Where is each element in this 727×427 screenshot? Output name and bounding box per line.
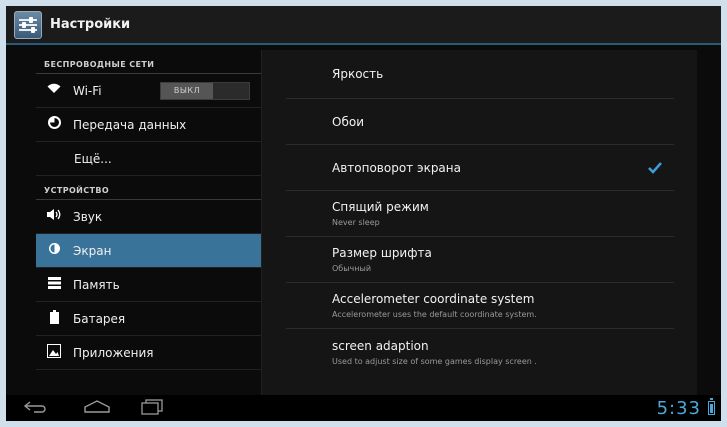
nav-item-storage[interactable]: Память bbox=[36, 268, 262, 302]
checkbox-checked-icon[interactable] bbox=[648, 161, 662, 175]
pref-title: Accelerometer coordinate system bbox=[332, 292, 535, 306]
nav-label: Ещё... bbox=[74, 151, 112, 166]
data-usage-icon bbox=[45, 116, 63, 133]
recent-apps-icon[interactable] bbox=[140, 399, 166, 415]
pref-screen-adaption[interactable]: screen adaption Used to adjust size of s… bbox=[286, 329, 674, 375]
pref-subtitle: Used to adjust size of some games displa… bbox=[332, 356, 537, 366]
nav-label: Экран bbox=[73, 243, 112, 258]
pref-title: Обои bbox=[332, 114, 364, 129]
volume-icon bbox=[45, 208, 63, 225]
nav-label: Приложения bbox=[73, 345, 154, 360]
nav-item-apps[interactable]: Приложения bbox=[36, 336, 262, 370]
apps-icon bbox=[45, 343, 63, 362]
nav-item-data-usage[interactable]: Передача данных bbox=[36, 108, 262, 142]
nav-label: Wi-Fi bbox=[73, 83, 102, 98]
battery-icon bbox=[45, 309, 63, 328]
storage-icon bbox=[45, 276, 63, 293]
display-settings-pane: Яркость Обои Автоповорот экрана Спящий р… bbox=[261, 50, 697, 395]
app-title: Настройки bbox=[50, 17, 131, 32]
pref-title: Спящий режим bbox=[332, 200, 429, 214]
wifi-icon bbox=[45, 83, 63, 98]
system-nav-bar: 5:33 bbox=[6, 395, 721, 421]
pref-brightness[interactable]: Яркость bbox=[286, 50, 674, 99]
nav-item-more[interactable]: Ещё... bbox=[36, 142, 262, 176]
nav-item-sound[interactable]: Звук bbox=[36, 200, 262, 234]
wifi-toggle-label: ВЫКЛ bbox=[161, 82, 213, 99]
pref-title: Яркость bbox=[332, 67, 384, 81]
pref-wallpaper[interactable]: Обои bbox=[286, 99, 674, 145]
nav-item-battery[interactable]: Батарея bbox=[36, 302, 262, 336]
pref-subtitle: Accelerometer uses the default coordinat… bbox=[332, 310, 537, 319]
nav-label: Батарея bbox=[73, 311, 126, 326]
pref-title: screen adaption bbox=[332, 338, 429, 353]
nav-item-wifi[interactable]: Wi-Fi ВЫКЛ bbox=[36, 74, 262, 108]
nav-label: Память bbox=[73, 277, 120, 292]
back-icon[interactable] bbox=[22, 399, 48, 415]
settings-nav: БЕСПРОВОДНЫЕ СЕТИ Wi-Fi ВЫКЛ Передача да… bbox=[36, 50, 262, 395]
action-bar: Настройки bbox=[6, 6, 721, 45]
battery-status-icon bbox=[708, 398, 715, 415]
wifi-toggle[interactable]: ВЫКЛ bbox=[160, 81, 250, 100]
section-header-wireless: БЕСПРОВОДНЫЕ СЕТИ bbox=[36, 50, 262, 74]
pref-auto-rotate[interactable]: Автоповорот экрана bbox=[286, 145, 674, 191]
pref-subtitle: Обычный bbox=[332, 264, 372, 273]
screen: Настройки БЕСПРОВОДНЫЕ СЕТИ Wi-Fi ВЫКЛ П… bbox=[6, 6, 721, 421]
nav-label: Передача данных bbox=[73, 117, 187, 132]
pref-subtitle: Never sleep bbox=[332, 218, 380, 227]
settings-sliders-icon[interactable] bbox=[14, 10, 42, 39]
clock: 5:33 bbox=[656, 398, 701, 419]
pref-font-size[interactable]: Размер шрифта Обычный bbox=[286, 237, 674, 283]
home-icon[interactable] bbox=[82, 399, 112, 415]
brightness-icon bbox=[45, 242, 63, 259]
nav-label: Звук bbox=[73, 209, 103, 224]
nav-item-display[interactable]: Экран bbox=[36, 234, 262, 268]
pref-accelerometer[interactable]: Accelerometer coordinate system Accelero… bbox=[286, 283, 674, 329]
pref-title: Автоповорот экрана bbox=[332, 160, 461, 175]
pref-title: Размер шрифта bbox=[332, 246, 432, 260]
pref-sleep[interactable]: Спящий режим Never sleep bbox=[286, 191, 674, 237]
section-header-device: УСТРОЙСТВО bbox=[36, 176, 262, 200]
